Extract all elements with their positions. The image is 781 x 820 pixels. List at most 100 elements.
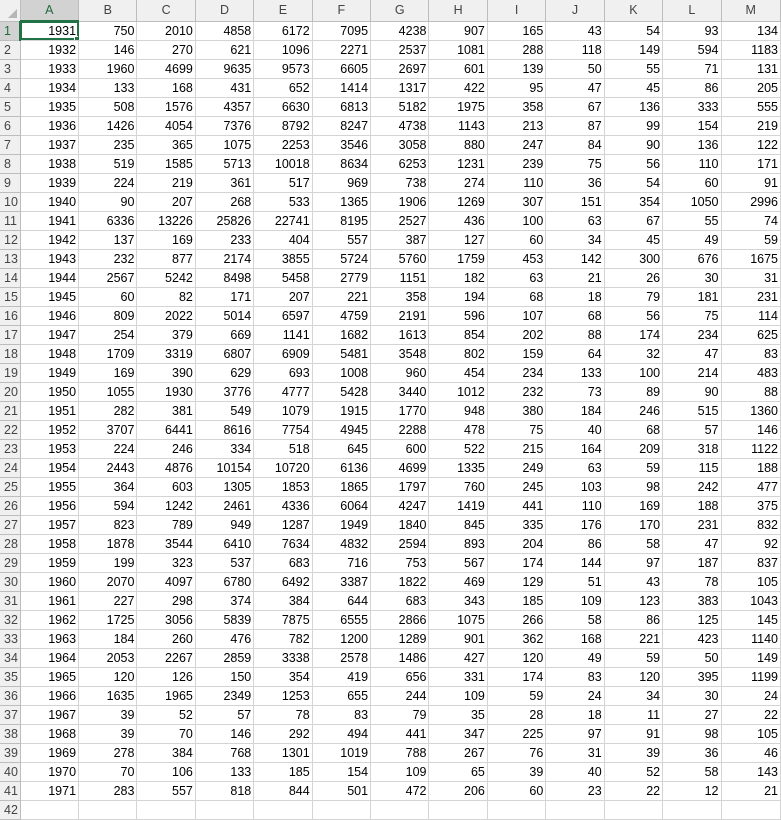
- cell-m26[interactable]: 375: [721, 496, 781, 516]
- cell-e5[interactable]: 6630: [253, 97, 313, 117]
- cell-h28[interactable]: 893: [428, 534, 488, 554]
- cell-h3[interactable]: 601: [428, 59, 488, 79]
- cell-e25[interactable]: 1853: [253, 477, 313, 497]
- cell-f16[interactable]: 4759: [312, 306, 372, 326]
- cell-m21[interactable]: 1360: [721, 401, 781, 421]
- cell-h34[interactable]: 427: [428, 648, 488, 668]
- cell-k10[interactable]: 354: [604, 192, 664, 212]
- cell-a21[interactable]: 1951: [20, 401, 80, 421]
- cell-l35[interactable]: 395: [662, 667, 722, 687]
- cell-d2[interactable]: 621: [195, 40, 255, 60]
- column-header-f[interactable]: F: [312, 0, 372, 22]
- cell-l22[interactable]: 57: [662, 420, 722, 440]
- cell-g13[interactable]: 5760: [370, 249, 430, 269]
- cell-a31[interactable]: 1961: [20, 591, 80, 611]
- cell-j10[interactable]: 151: [545, 192, 605, 212]
- cell-d41[interactable]: 818: [195, 781, 255, 801]
- cell-b30[interactable]: 2070: [78, 572, 138, 592]
- cell-b11[interactable]: 6336: [78, 211, 138, 231]
- cell-m23[interactable]: 1122: [721, 439, 781, 459]
- select-all-corner[interactable]: [0, 0, 21, 22]
- cell-h4[interactable]: 422: [428, 78, 488, 98]
- column-header-k[interactable]: K: [604, 0, 664, 22]
- cell-j1[interactable]: 43: [545, 21, 605, 41]
- column-header-g[interactable]: G: [370, 0, 430, 22]
- cell-a26[interactable]: 1956: [20, 496, 80, 516]
- cell-l19[interactable]: 214: [662, 363, 722, 383]
- cell-c42[interactable]: [136, 800, 196, 820]
- cell-a32[interactable]: 1962: [20, 610, 80, 630]
- cell-c21[interactable]: 381: [136, 401, 196, 421]
- cell-c13[interactable]: 877: [136, 249, 196, 269]
- cell-m24[interactable]: 188: [721, 458, 781, 478]
- row-header[interactable]: 37: [0, 705, 21, 725]
- cell-c4[interactable]: 168: [136, 78, 196, 98]
- cell-d19[interactable]: 629: [195, 363, 255, 383]
- cell-f9[interactable]: 969: [312, 173, 372, 193]
- cell-j12[interactable]: 34: [545, 230, 605, 250]
- cell-j17[interactable]: 88: [545, 325, 605, 345]
- cell-k31[interactable]: 123: [604, 591, 664, 611]
- cell-f26[interactable]: 6064: [312, 496, 372, 516]
- cell-k25[interactable]: 98: [604, 477, 664, 497]
- cell-i17[interactable]: 202: [487, 325, 547, 345]
- cell-c3[interactable]: 4699: [136, 59, 196, 79]
- cell-g8[interactable]: 6253: [370, 154, 430, 174]
- cell-e37[interactable]: 78: [253, 705, 313, 725]
- cell-g18[interactable]: 3548: [370, 344, 430, 364]
- cell-g22[interactable]: 2288: [370, 420, 430, 440]
- cell-d35[interactable]: 150: [195, 667, 255, 687]
- cell-e12[interactable]: 404: [253, 230, 313, 250]
- cell-a3[interactable]: 1933: [20, 59, 80, 79]
- cell-j32[interactable]: 58: [545, 610, 605, 630]
- cell-g17[interactable]: 1613: [370, 325, 430, 345]
- cell-b21[interactable]: 282: [78, 401, 138, 421]
- cell-j14[interactable]: 21: [545, 268, 605, 288]
- cell-a38[interactable]: 1968: [20, 724, 80, 744]
- cell-a27[interactable]: 1957: [20, 515, 80, 535]
- cell-e33[interactable]: 782: [253, 629, 313, 649]
- cell-e15[interactable]: 207: [253, 287, 313, 307]
- cell-e34[interactable]: 3338: [253, 648, 313, 668]
- cell-a36[interactable]: 1966: [20, 686, 80, 706]
- row-header[interactable]: 13: [0, 249, 21, 269]
- cell-g16[interactable]: 2191: [370, 306, 430, 326]
- cell-b12[interactable]: 137: [78, 230, 138, 250]
- cell-m30[interactable]: 105: [721, 572, 781, 592]
- cell-g26[interactable]: 4247: [370, 496, 430, 516]
- cell-j37[interactable]: 18: [545, 705, 605, 725]
- cell-k40[interactable]: 52: [604, 762, 664, 782]
- cell-m14[interactable]: 31: [721, 268, 781, 288]
- cell-b36[interactable]: 1635: [78, 686, 138, 706]
- row-header[interactable]: 41: [0, 781, 21, 801]
- row-header[interactable]: 11: [0, 211, 21, 231]
- cell-i4[interactable]: 95: [487, 78, 547, 98]
- cell-f41[interactable]: 501: [312, 781, 372, 801]
- row-header[interactable]: 40: [0, 762, 21, 782]
- cell-e18[interactable]: 6909: [253, 344, 313, 364]
- cell-d38[interactable]: 146: [195, 724, 255, 744]
- cell-b41[interactable]: 283: [78, 781, 138, 801]
- cell-j27[interactable]: 176: [545, 515, 605, 535]
- cell-i21[interactable]: 380: [487, 401, 547, 421]
- row-header[interactable]: 25: [0, 477, 21, 497]
- column-header-c[interactable]: C: [136, 0, 196, 22]
- row-header[interactable]: 23: [0, 439, 21, 459]
- cell-m3[interactable]: 131: [721, 59, 781, 79]
- cell-d31[interactable]: 374: [195, 591, 255, 611]
- cell-e19[interactable]: 693: [253, 363, 313, 383]
- cell-l16[interactable]: 75: [662, 306, 722, 326]
- cell-e26[interactable]: 4336: [253, 496, 313, 516]
- cell-k41[interactable]: 22: [604, 781, 664, 801]
- cell-g24[interactable]: 4699: [370, 458, 430, 478]
- cell-i11[interactable]: 100: [487, 211, 547, 231]
- cell-m36[interactable]: 24: [721, 686, 781, 706]
- cell-m22[interactable]: 146: [721, 420, 781, 440]
- cell-c38[interactable]: 70: [136, 724, 196, 744]
- column-header-e[interactable]: E: [253, 0, 313, 22]
- cell-e17[interactable]: 1141: [253, 325, 313, 345]
- cell-i39[interactable]: 76: [487, 743, 547, 763]
- cell-b38[interactable]: 39: [78, 724, 138, 744]
- cell-f40[interactable]: 154: [312, 762, 372, 782]
- cell-m19[interactable]: 483: [721, 363, 781, 383]
